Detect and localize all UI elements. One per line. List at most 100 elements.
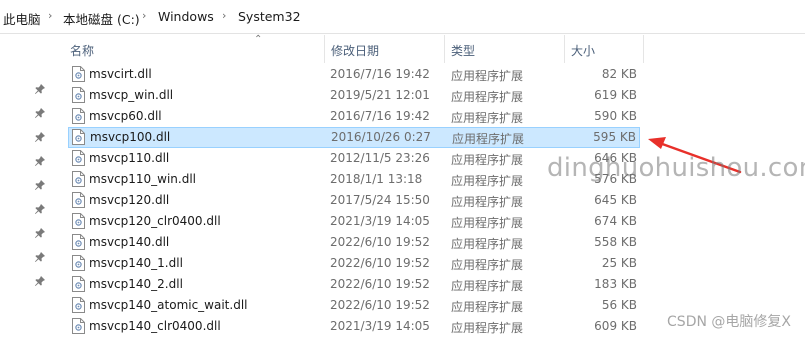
file-name: msvcp140.dll — [89, 235, 170, 249]
credit-watermark: CSDN @电脑修复X — [667, 314, 791, 330]
file-size: 645 KB — [594, 193, 637, 207]
chevron-right-icon[interactable]: › — [222, 9, 226, 22]
chevron-right-icon[interactable]: › — [48, 9, 52, 22]
file-name: msvcp60.dll — [89, 109, 162, 123]
file-row[interactable]: msvcp140_1.dll 2022/6/10 19:52 应用程序扩展 25 KB — [68, 253, 640, 274]
breadcrumb-local-disk[interactable]: 本地磁盘 (C:) — [63, 9, 140, 28]
file-type: 应用程序扩展 — [451, 216, 524, 230]
dll-file-icon — [72, 66, 85, 82]
dll-file-icon — [72, 108, 85, 124]
file-row[interactable]: msvcp_win.dll 2019/5/21 12:01 应用程序扩展 619 KB — [68, 85, 640, 106]
breadcrumb-windows[interactable]: Windows — [158, 9, 214, 24]
file-size: 619 KB — [594, 88, 637, 102]
file-row[interactable]: msvcirt.dll 2016/7/16 19:42 应用程序扩展 82 KB — [68, 64, 640, 85]
file-row[interactable]: msvcp140_clr0400.dll 2021/3/19 14:05 应用程序扩… — [68, 316, 640, 337]
pin-icon[interactable] — [34, 251, 46, 263]
pin-icon[interactable] — [34, 83, 46, 95]
file-size: 82 KB — [601, 67, 637, 81]
file-size: 595 KB — [593, 130, 636, 144]
pin-icon[interactable] — [34, 107, 46, 119]
pin-icon[interactable] — [34, 155, 46, 167]
column-size[interactable]: 大小 — [571, 42, 595, 59]
file-row[interactable]: msvcp140.dll 2022/6/10 19:52 应用程序扩展 558 KB — [68, 232, 640, 253]
file-type: 应用程序扩展 — [451, 258, 524, 272]
breadcrumb-system32[interactable]: System32 — [238, 9, 301, 24]
pin-icon[interactable] — [34, 203, 46, 215]
file-date-modified: 2016/7/16 19:42 — [330, 109, 430, 123]
file-size: 183 KB — [594, 277, 637, 291]
column-divider[interactable] — [564, 35, 565, 63]
sort-up-icon: ⌃ — [254, 34, 263, 45]
dll-file-icon — [72, 234, 85, 250]
file-size: 590 KB — [594, 109, 637, 123]
dll-file-icon — [72, 192, 85, 208]
column-divider[interactable] — [643, 35, 644, 63]
pin-icon[interactable] — [34, 179, 46, 191]
file-type: 应用程序扩展 — [451, 237, 524, 251]
column-date-modified[interactable]: 修改日期 — [331, 42, 379, 59]
file-name: msvcp140_clr0400.dll — [89, 319, 221, 333]
file-row[interactable]: msvcp120.dll 2017/5/24 15:50 应用程序扩展 645 KB — [68, 190, 640, 211]
file-name: msvcp_win.dll — [89, 88, 174, 102]
dll-file-icon — [72, 87, 85, 103]
address-breadcrumb-bar: 此电脑 › 本地磁盘 (C:) › Windows › System32 — [0, 0, 805, 34]
file-name: msvcp140_atomic_wait.dll — [89, 298, 248, 312]
file-date-modified: 2022/6/10 19:52 — [330, 298, 430, 312]
dll-file-icon — [72, 297, 85, 313]
file-date-modified: 2022/6/10 19:52 — [330, 235, 430, 249]
file-type: 应用程序扩展 — [451, 174, 524, 188]
dll-file-icon — [72, 318, 85, 334]
file-date-modified: 2018/1/1 13:18 — [330, 172, 423, 186]
file-date-modified: 2016/7/16 19:42 — [330, 67, 430, 81]
dll-file-icon — [72, 150, 85, 166]
dll-file-icon — [72, 171, 85, 187]
pin-icon[interactable] — [34, 131, 46, 143]
column-header: ⌃ 名称 修改日期 类型 大小 — [64, 34, 644, 63]
file-name: msvcp140_1.dll — [89, 256, 183, 270]
file-date-modified: 2012/11/5 23:26 — [330, 151, 430, 165]
file-date-modified: 2022/6/10 19:52 — [330, 277, 430, 291]
file-date-modified: 2019/5/21 12:01 — [330, 88, 430, 102]
file-date-modified: 2022/6/10 19:52 — [330, 256, 430, 270]
column-divider[interactable] — [444, 35, 445, 63]
file-date-modified: 2016/10/26 0:27 — [331, 130, 431, 144]
file-date-modified: 2021/3/19 14:05 — [330, 319, 430, 333]
file-type: 应用程序扩展 — [451, 111, 524, 125]
file-size: 25 KB — [601, 256, 637, 270]
dll-file-icon — [72, 129, 85, 145]
file-row[interactable]: msvcp120_clr0400.dll 2021/3/19 14:05 应用程序扩… — [68, 211, 640, 232]
file-row[interactable]: msvcp140_atomic_wait.dll 2022/6/10 19:52 应… — [68, 295, 640, 316]
file-name: msvcp120.dll — [89, 193, 170, 207]
file-name: msvcp140_2.dll — [89, 277, 183, 291]
watermark-text: dinghuohuishou.com — [547, 153, 805, 183]
column-type[interactable]: 类型 — [451, 42, 475, 59]
column-name[interactable]: 名称 — [70, 42, 94, 59]
column-divider[interactable] — [324, 35, 325, 63]
file-type: 应用程序扩展 — [452, 132, 525, 146]
file-type: 应用程序扩展 — [451, 90, 524, 104]
file-type: 应用程序扩展 — [451, 195, 524, 209]
file-row[interactable]: msvcp60.dll 2016/7/16 19:42 应用程序扩展 590 KB — [68, 106, 640, 127]
file-size: 558 KB — [594, 235, 637, 249]
dll-file-icon — [72, 255, 85, 271]
file-name: msvcp110.dll — [89, 151, 170, 165]
file-name: msvcp110_win.dll — [89, 172, 197, 186]
file-date-modified: 2021/3/19 14:05 — [330, 214, 430, 228]
dll-file-icon — [72, 213, 85, 229]
dll-file-icon — [72, 276, 85, 292]
file-row-selected[interactable]: msvcp100.dll 2016/10/26 0:27 应用程序扩展 595 KB — [68, 127, 640, 148]
pin-icon[interactable] — [34, 227, 46, 239]
file-size: 56 KB — [601, 298, 637, 312]
file-size: 609 KB — [594, 319, 637, 333]
file-name: msvcp100.dll — [90, 130, 171, 144]
file-date-modified: 2017/5/24 15:50 — [330, 193, 430, 207]
pin-icon[interactable] — [34, 275, 46, 287]
file-row[interactable]: msvcp140_2.dll 2022/6/10 19:52 应用程序扩展 183 K… — [68, 274, 640, 295]
file-type: 应用程序扩展 — [451, 300, 524, 314]
navigation-pane — [0, 35, 60, 337]
chevron-right-icon[interactable]: › — [142, 9, 146, 22]
breadcrumb-this-pc[interactable]: 此电脑 — [3, 9, 41, 28]
file-type: 应用程序扩展 — [451, 321, 524, 335]
file-name: msvcp120_clr0400.dll — [89, 214, 221, 228]
file-type: 应用程序扩展 — [451, 69, 524, 83]
